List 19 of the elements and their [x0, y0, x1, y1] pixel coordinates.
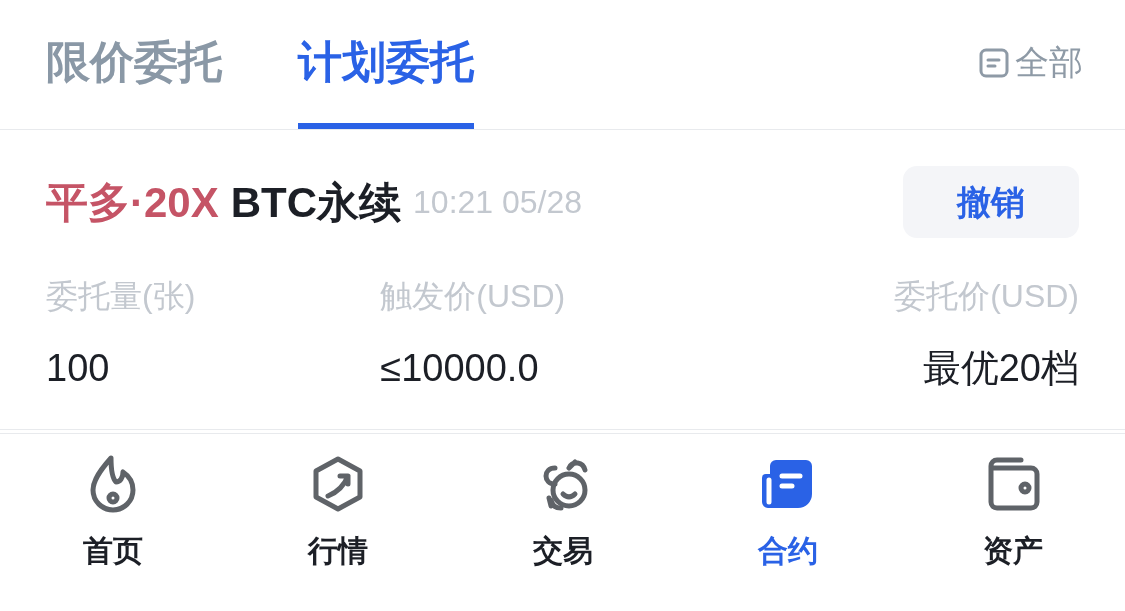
field-value: ≤10000.0	[380, 346, 539, 391]
nav-tab[interactable]: 资产	[900, 434, 1125, 611]
tab[interactable]: 计划委托	[298, 0, 474, 129]
position-direction: 平多·20X	[46, 177, 219, 228]
list-icon	[979, 47, 1009, 78]
tab[interactable]: 限价委托	[46, 0, 222, 129]
nav-tab[interactable]: 行情	[225, 434, 450, 611]
all-filter-button[interactable]: 全部	[979, 0, 1083, 129]
field-label: 委托量(张)	[46, 277, 196, 316]
nav-tab[interactable]: 交易	[450, 434, 675, 611]
nav-tab[interactable]: 合约	[675, 434, 900, 611]
nav-tab[interactable]: 首页	[0, 434, 225, 611]
order-time: 10:21 05/28	[413, 183, 583, 222]
field-label: 触发价(USD)	[380, 277, 566, 316]
field-value: 最优20档	[922, 346, 1079, 391]
contract-symbol: BTC永续	[230, 177, 402, 228]
field-value: 100	[46, 346, 110, 391]
field-label: 委托价(USD)	[894, 277, 1079, 316]
cancel-button[interactable]: 撤销	[903, 166, 1079, 238]
